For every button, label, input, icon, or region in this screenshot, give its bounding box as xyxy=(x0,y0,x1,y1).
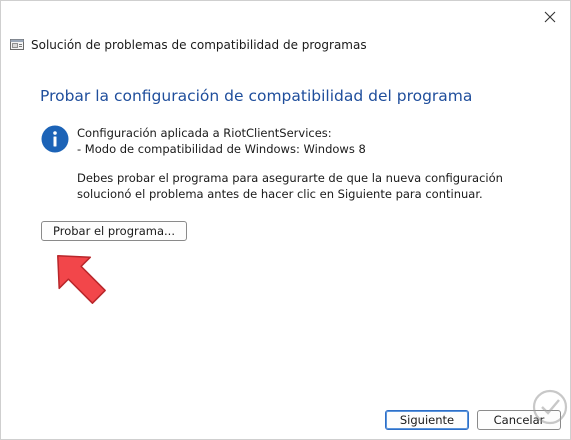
applied-settings: Configuración aplicada a RiotClientServi… xyxy=(77,125,366,157)
info-icon xyxy=(41,125,69,153)
dialog-header: Solución de problemas de compatibilidad … xyxy=(9,37,367,53)
dialog-window: Solución de problemas de compatibilidad … xyxy=(0,0,571,440)
applied-settings-line1: Configuración aplicada a RiotClientServi… xyxy=(77,126,332,140)
pointer-arrow-icon xyxy=(57,255,106,304)
dialog-title: Solución de problemas de compatibilidad … xyxy=(31,38,367,52)
close-button[interactable] xyxy=(534,5,566,29)
applied-settings-line2: - Modo de compatibilidad de Windows: Win… xyxy=(77,142,366,156)
instruction-text: Debes probar el programa para asegurarte… xyxy=(77,171,503,201)
watermark-logo-icon xyxy=(532,389,568,425)
compat-troubleshooter-icon xyxy=(10,39,24,50)
page-heading: Probar la configuración de compatibilida… xyxy=(40,87,473,105)
close-icon xyxy=(544,11,556,23)
next-button[interactable]: Siguiente xyxy=(385,410,469,430)
test-program-button[interactable]: Probar el programa... xyxy=(41,221,187,241)
